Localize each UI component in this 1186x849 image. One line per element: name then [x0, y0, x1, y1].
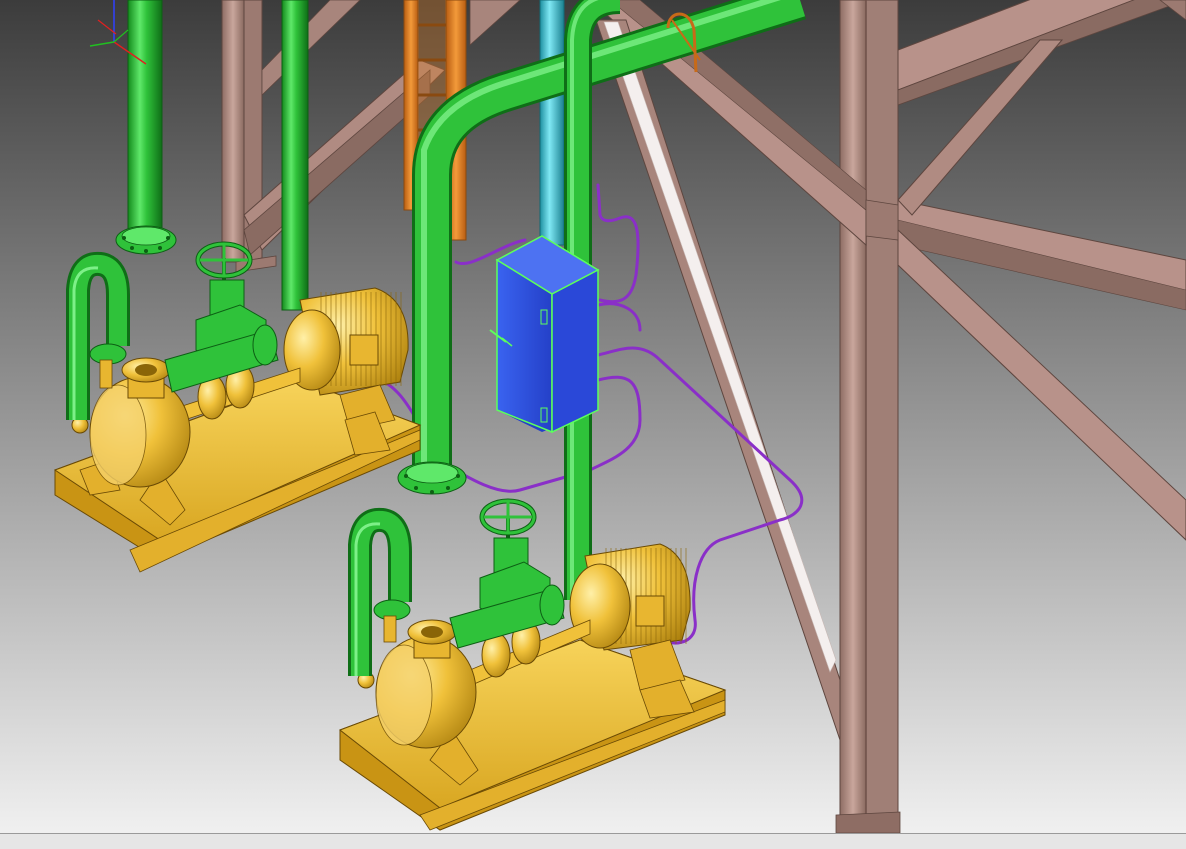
model-canvas[interactable] [0, 0, 1186, 833]
electrical-cabinet[interactable] [489, 235, 600, 434]
cyan-pipe[interactable] [539, 0, 565, 246]
status-bar [0, 833, 1186, 849]
3d-viewport[interactable] [0, 0, 1186, 833]
